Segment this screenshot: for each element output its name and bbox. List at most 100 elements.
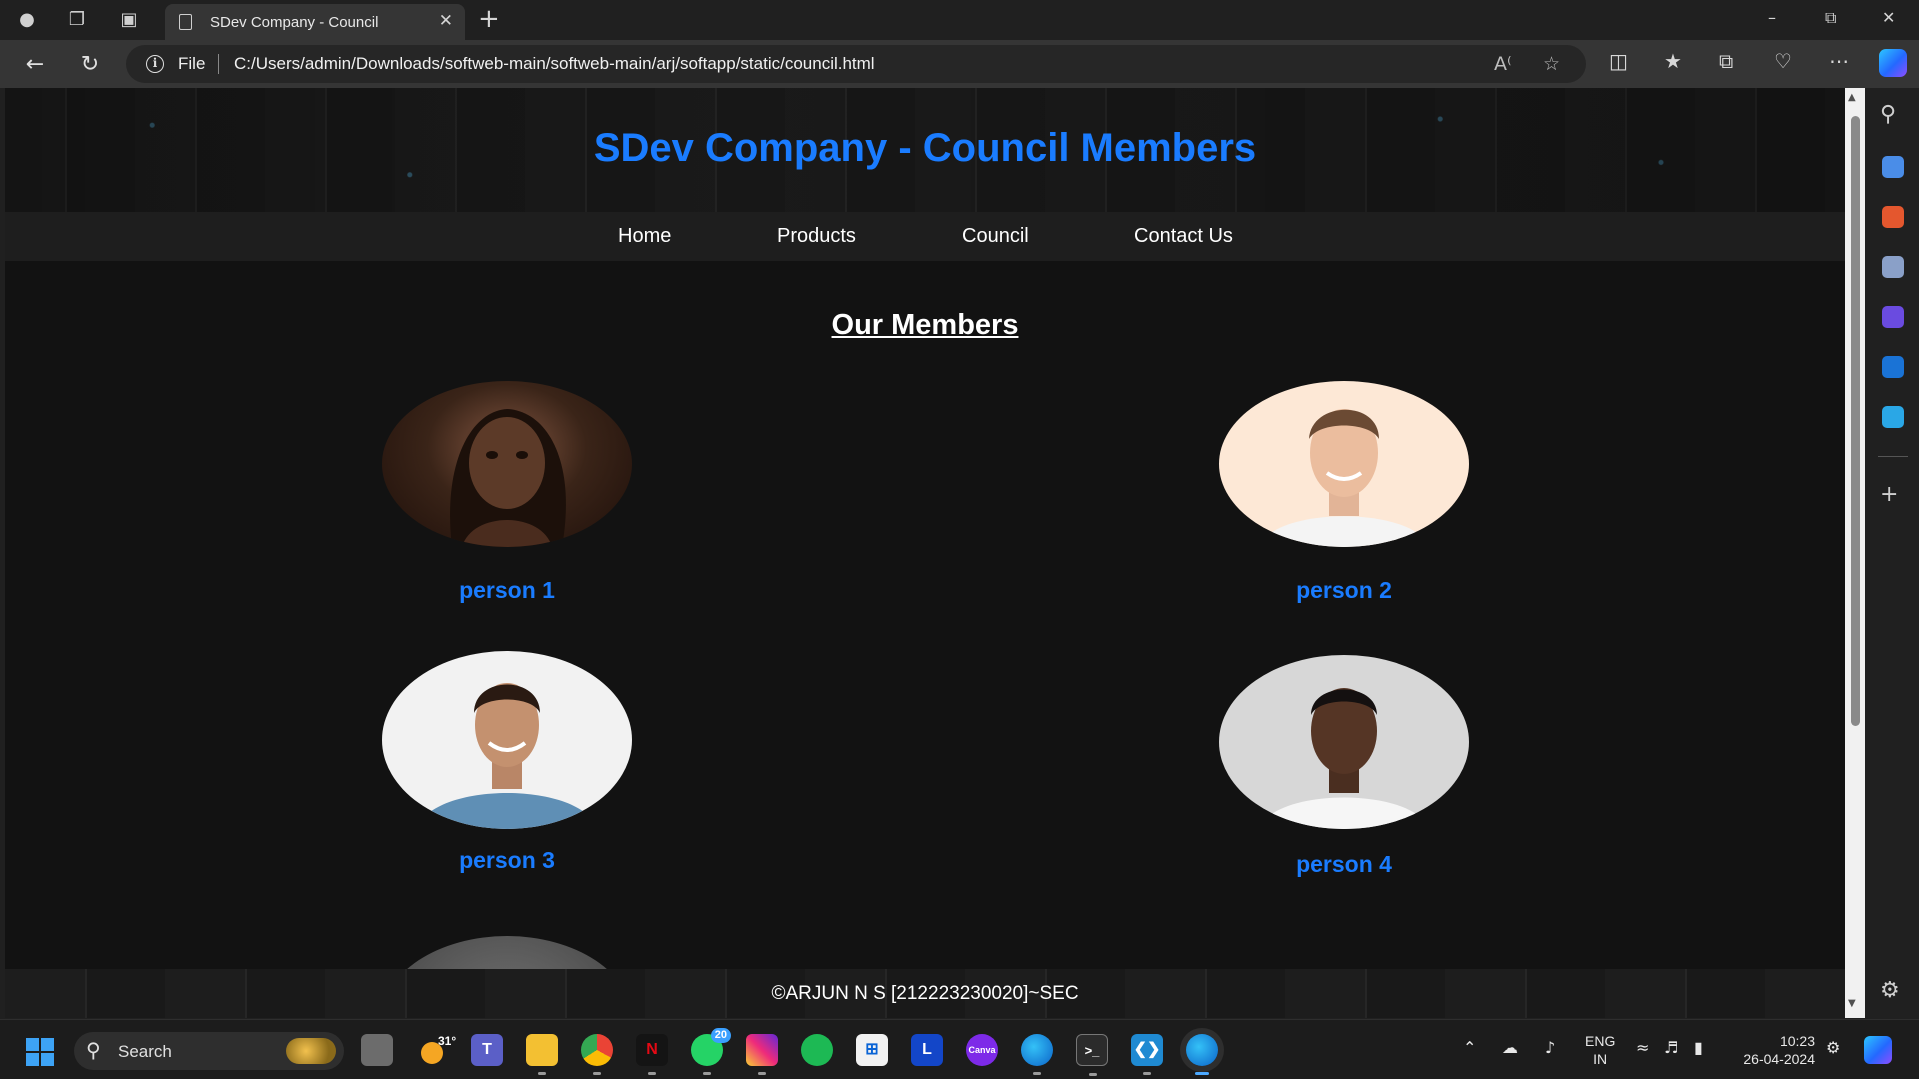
nav-contact-us[interactable]: Contact Us (1134, 225, 1233, 248)
games-icon[interactable] (1882, 256, 1904, 278)
show-hidden-icons-icon[interactable]: ⌃ (1463, 1038, 1476, 1057)
page-title: SDev Company - Council Members (593, 126, 1257, 170)
info-icon[interactable]: i (146, 55, 164, 73)
close-tab-icon[interactable]: ✕ (439, 11, 453, 31)
address-separator (218, 54, 219, 74)
member-photo (1219, 655, 1469, 829)
taskbar-search[interactable]: ⚲ Search (74, 1032, 344, 1070)
member-card: person 2 (1219, 381, 1469, 603)
back-icon[interactable]: ← (20, 50, 50, 80)
tab-council[interactable]: SDev Company - Council ✕ (165, 4, 465, 40)
nav-council[interactable]: Council (962, 225, 1029, 248)
workspaces-icon[interactable]: ❐ (64, 7, 90, 33)
scroll-up-icon[interactable]: ▲ (1848, 92, 1856, 103)
address-bar[interactable]: i File C:/Users/admin/Downloads/softweb-… (126, 45, 1586, 83)
nav-products[interactable]: Products (777, 225, 856, 248)
tab-title: SDev Company - Council (210, 14, 379, 31)
shopping-tag-icon[interactable] (1882, 156, 1904, 178)
teams-icon[interactable]: T (471, 1034, 503, 1066)
onedrive-cloud-icon[interactable]: ☁ (1502, 1038, 1518, 1057)
browser-tab-bar: ● ❐ ▣ SDev Company - Council ✕ + – ⧉ ✕ (0, 0, 1919, 40)
url-text[interactable]: C:/Users/admin/Downloads/softweb-main/so… (234, 54, 875, 74)
microsoft-365-icon[interactable] (1882, 306, 1904, 328)
volume-icon[interactable]: ♬ (1664, 1038, 1678, 1057)
settings-gear-icon[interactable]: ⚙ (1880, 978, 1900, 1003)
clock-time: 10:23 (1779, 1033, 1815, 1049)
drop-send-icon[interactable] (1882, 406, 1904, 428)
address-toolbar: ← ↻ i File C:/Users/admin/Downloads/soft… (0, 40, 1919, 88)
member-photo (382, 651, 632, 829)
new-tab-icon[interactable]: + (478, 4, 500, 34)
edge-active-icon[interactable] (1186, 1034, 1218, 1075)
whatsapp-icon[interactable]: 20 (691, 1028, 731, 1075)
collections-icon[interactable]: ⧉ (1719, 49, 1733, 73)
l-app-icon[interactable]: L (911, 1034, 943, 1066)
section-title: Our Members (831, 309, 1019, 341)
microphone-icon[interactable]: ♪ (1545, 1038, 1555, 1057)
page-icon (179, 14, 192, 30)
clock[interactable]: 10:23 26-04-2024 (1735, 1032, 1815, 1068)
read-aloud-icon[interactable]: A⁽ (1494, 53, 1512, 75)
more-menu-icon[interactable]: ⋯ (1829, 49, 1849, 73)
canva-icon[interactable]: Canva (966, 1034, 998, 1066)
weather-temp: 31° (438, 1034, 457, 1048)
outlook-icon[interactable] (1882, 356, 1904, 378)
page-scrollbar[interactable]: ▲ ▼ (1845, 88, 1865, 1018)
browser-essentials-icon[interactable]: ♡ (1774, 49, 1792, 73)
footer-text: ©ARJUN N S [212223230020]~SEC (771, 983, 1079, 1004)
microsoft-store-icon[interactable]: ⊞ (856, 1034, 888, 1066)
site-footer: ©ARJUN N S [212223230020]~SEC (5, 969, 1845, 1018)
search-highlight-image (286, 1038, 336, 1064)
sidebar-divider (1878, 456, 1908, 457)
portrait-figure (1259, 688, 1429, 829)
add-sidebar-app-icon[interactable]: + (1880, 482, 1898, 507)
profile-icon[interactable]: ● (14, 7, 40, 33)
close-window-icon[interactable]: ✕ (1882, 8, 1895, 27)
search-icon: ⚲ (86, 1038, 101, 1062)
task-view-icon[interactable] (361, 1034, 393, 1066)
site-nav: Home Products Council Contact Us (5, 212, 1845, 261)
favorite-star-icon[interactable]: ☆ (1543, 53, 1560, 75)
favorites-icon[interactable]: ★ (1664, 49, 1682, 73)
nav-home[interactable]: Home (618, 225, 671, 248)
vertical-tabs-icon[interactable]: ▣ (116, 7, 142, 33)
scroll-thumb[interactable] (1851, 116, 1860, 726)
wifi-icon[interactable]: ≈ (1636, 1038, 1649, 1057)
member-name: person 1 (459, 577, 555, 603)
edge-sidebar: ⚲ + ⚙ (1866, 88, 1919, 1018)
battery-icon[interactable]: ▮ (1694, 1038, 1703, 1057)
refresh-icon[interactable]: ↻ (75, 50, 105, 80)
file-explorer-icon[interactable] (526, 1034, 558, 1075)
vscode-icon[interactable]: ❮❯ (1131, 1034, 1163, 1075)
split-screen-icon[interactable]: ◫ (1609, 49, 1628, 73)
chrome-icon[interactable] (581, 1034, 613, 1075)
member-card: person 3 (382, 651, 632, 873)
start-windows-icon[interactable] (26, 1038, 54, 1066)
netflix-icon[interactable]: N (636, 1034, 668, 1075)
scroll-down-icon[interactable]: ▼ (1848, 998, 1856, 1009)
restore-icon[interactable]: ⧉ (1825, 8, 1836, 28)
member-name: person 2 (1296, 577, 1392, 603)
clock-date: 26-04-2024 (1743, 1051, 1815, 1067)
language-indicator[interactable]: ENG IN (1585, 1032, 1615, 1068)
member-card: person 4 (1219, 655, 1469, 877)
tools-briefcase-icon[interactable] (1882, 206, 1904, 228)
notification-icon[interactable]: ⚙ (1826, 1038, 1840, 1057)
portrait-figure (1259, 409, 1429, 547)
windows-taskbar: ⚲ Search 31° T N 20 ⊞ L Canva >_ ❮❯ ⌃ ☁ … (0, 1019, 1919, 1079)
weather-widget-icon[interactable]: 31° (416, 1034, 456, 1066)
lang-line2: IN (1593, 1051, 1608, 1067)
portrait-figure (417, 683, 597, 829)
search-icon[interactable]: ⚲ (1880, 102, 1896, 127)
member-name: person 3 (459, 847, 555, 873)
instagram-icon[interactable] (746, 1034, 778, 1075)
page-viewport: SDev Company - Council Members Home Prod… (5, 88, 1845, 1018)
edge-icon[interactable] (1021, 1034, 1053, 1075)
member-photo (1219, 381, 1469, 547)
member-photo (382, 381, 632, 547)
copilot-icon[interactable] (1879, 49, 1907, 77)
copilot-taskbar-icon[interactable] (1864, 1036, 1892, 1064)
minimize-icon[interactable]: – (1768, 8, 1776, 27)
spotify-icon[interactable] (801, 1034, 833, 1066)
terminal-icon[interactable]: >_ (1076, 1034, 1108, 1076)
